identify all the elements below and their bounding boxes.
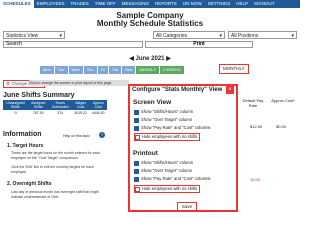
month-label: June 2021 [135,56,165,62]
checkbox-label: Show "Shifts/Hours" column [141,109,194,114]
checkbox-label: Hide employees with no shifts [142,186,198,191]
nav-help[interactable]: HELP [233,0,251,8]
monthly-tab[interactable]: MONTHLY [219,64,249,74]
screen-view-title: Screen View [133,99,172,106]
summary-header: Wages Cost [71,100,90,110]
nav-settings[interactable]: SETTINGS [205,0,234,8]
checkbox-label: Show "Shifts/Hours" column [141,160,194,165]
print-button[interactable]: Print [145,41,253,48]
category-select-value: All Categories [156,33,188,39]
summary-value: 374 [57,111,64,115]
cost-value: $0.00 [276,124,287,129]
weekly-tab[interactable]: WEEKLY [136,66,159,74]
nav-schedules[interactable]: SCHEDULES [0,0,34,8]
day-tab[interactable]: Wed [68,66,83,74]
help-icon[interactable]: ? [99,132,105,138]
checkbox-unchecked-icon [135,134,140,140]
pay-rate-value: $12.00 [250,124,263,129]
summary-header: Hours Scheduled [48,100,72,110]
configure-view-dialog: Configure "Stats Monthly" View × Screen … [128,84,238,212]
checkbox-checked-icon [134,125,139,131]
info-text: Click the 'Edit' link to edit the monthl… [11,165,94,174]
search-input[interactable]: Search [3,41,143,48]
screen-hide-no-shifts-checkbox[interactable]: Hide employees with no shifts [134,133,201,141]
day-tabs: Mon Tue Wed Thu Fri Sat Sun WEEKLY 2 WEE… [40,66,184,74]
position-select-value: All Positions [231,33,259,39]
screen-shifts-hours-checkbox[interactable]: Show "Shifts/Hours" column [134,109,193,115]
summary-value: 4444.00 [91,111,105,115]
checkbox-label: Show "Pay Rate" and "Cost" columns [141,176,211,181]
summary-value: 76 [13,111,18,115]
save-button[interactable]: Save [177,202,197,211]
checkbox-unchecked-icon [135,186,140,192]
nav-employees[interactable]: EMPLOYEES [34,0,68,8]
print-hide-no-shifts-checkbox[interactable]: Hide employees with no shifts [134,185,201,193]
screen-over-target-checkbox[interactable]: Show "Over Target" column [134,117,192,123]
print-over-target-checkbox[interactable]: Show "Over Target" column [134,168,192,174]
information-title: Information [3,131,42,138]
month-navigator: ◀ June 2021 ▶ [110,55,190,62]
close-icon[interactable]: × [226,86,234,94]
category-select[interactable]: All Categories ▾ [153,31,225,39]
page-subtitle: Monthly Schedule Statistics [96,19,204,28]
print-pay-rate-checkbox[interactable]: Show "Pay Rate" and "Cost" columns [134,176,211,182]
help-topic-link[interactable]: Help on this topic [63,134,90,138]
checkbox-label: Show "Over Target" column [141,168,193,173]
day-tab[interactable]: Tue [54,66,68,74]
highlight-value: 19.00 [250,177,261,182]
checkbox-checked-icon [134,160,139,166]
info-text: These are the target hours for the month… [11,151,101,160]
info-heading: 2. Overnight Shifts [7,181,52,187]
chevron-down-icon: ▾ [59,33,62,39]
position-select[interactable]: All Positions ▾ [228,31,297,39]
two-weeks-tab[interactable]: 2 WEEKS [159,66,184,74]
day-tab[interactable]: Fri [97,66,109,74]
change-layout-tooltip: Click to change the screen or print layo… [29,80,129,86]
day-tab[interactable]: Sat [109,66,122,74]
nav-on-now[interactable]: ON NOW [180,0,205,8]
checkbox-checked-icon [134,109,139,115]
dialog-title: Configure "Stats Monthly" View [132,87,223,93]
nav-time-off[interactable]: TIME OFF [92,0,119,8]
printout-title: Printout [133,150,158,157]
checkbox-checked-icon [134,176,139,182]
nav-trades[interactable]: TRADES [68,0,92,8]
chevron-down-icon: ▾ [219,33,222,39]
summary-header: Assigned Shifts [27,100,49,110]
day-tab[interactable]: Mon [40,66,54,74]
summary-header: Unassigned Shifts [3,100,28,110]
day-tab[interactable]: Thu [83,66,97,74]
screen-pay-rate-checkbox[interactable]: Show "Pay Rate" and "Cost" columns [134,125,211,131]
top-nav: SCHEDULES EMPLOYEES TRADES TIME OFF MESS… [0,0,300,8]
info-text: Last day of previous month has overnight… [11,190,99,199]
chevron-down-icon: ▾ [291,33,294,39]
nav-signout[interactable]: SIGNOUT [251,0,278,8]
column-header: Approx Cost* [271,98,295,103]
checkbox-label: Show "Pay Rate" and "Cost" columns [141,125,211,130]
gear-icon: ⚙ [6,81,11,86]
summary-value: 767.00 [32,111,44,115]
column-header: Default Pay Rate [242,98,264,108]
summary-value-row: 76 767.00 374 3015.22 4444.00 [3,110,107,116]
nav-reports[interactable]: REPORTS [152,0,180,8]
summary-value: 3015.22 [74,111,87,115]
summary-header-row: Unassigned Shifts Assigned Shifts Hours … [3,100,107,110]
info-heading: 1. Target Hours [7,143,44,149]
summary-header: Approx Cost [89,100,107,110]
print-shifts-hours-checkbox[interactable]: Show "Shifts/Hours" column [134,160,193,166]
summary-table: Unassigned Shifts Assigned Shifts Hours … [3,100,107,116]
checkbox-label: Hide employees with no shifts [142,134,198,139]
checkbox-checked-icon [134,117,139,123]
prev-month-icon[interactable]: ◀ [129,56,134,62]
nav-messaging[interactable]: MESSAGING [119,0,152,8]
next-month-icon[interactable]: ▶ [166,56,171,62]
summary-title: June Shifts Summary [3,92,75,99]
view-select[interactable]: Statistics View ▾ [3,31,65,39]
checkbox-label: Show "Over Target" column [141,117,193,122]
checkbox-checked-icon [134,168,139,174]
day-tab[interactable]: Sun [122,66,136,74]
view-select-value: Statistics View [6,33,39,39]
